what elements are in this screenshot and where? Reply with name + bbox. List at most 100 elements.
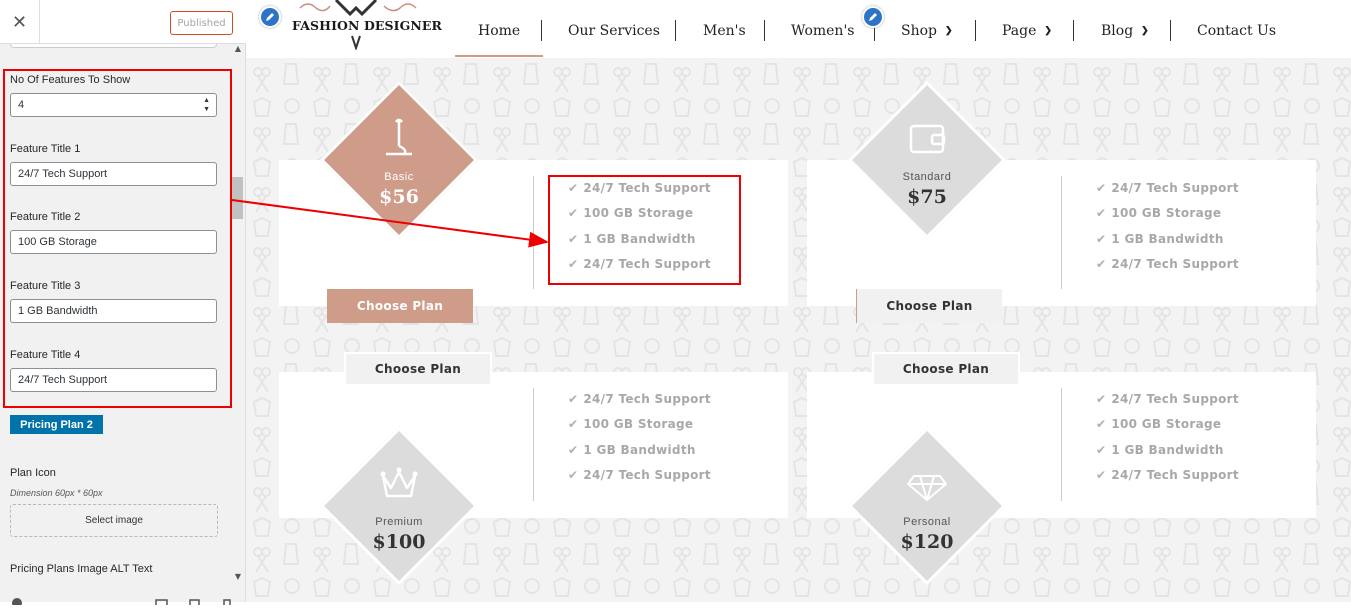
wallet-icon (909, 124, 946, 154)
nav-contact-us[interactable]: Contact Us (1197, 20, 1276, 42)
feature-item: ✔ 24/7 Tech Support (1096, 175, 1276, 201)
plan-name: Basic (384, 171, 414, 183)
alt-text-label: Pricing Plans Image ALT Text (10, 563, 153, 575)
nav-mens[interactable]: Men's (703, 20, 746, 42)
chevron-down-icon: ❯ (1044, 26, 1052, 36)
nav-womens[interactable]: Women's (791, 20, 854, 42)
check-icon: ✔ (1096, 468, 1107, 483)
plan-name: Personal (903, 516, 951, 528)
site-preview: FASHION DESIGNER Home Our Services Men's… (246, 0, 1351, 602)
nav-separator (975, 20, 976, 41)
plan-label-personal: Personal $120 (871, 516, 983, 553)
feature-text: 100 GB Storage (1111, 206, 1222, 221)
feature-text: 1 GB Bandwidth (1111, 442, 1224, 457)
plan-label-basic: Basic $56 (343, 171, 455, 208)
feature-item: ✔ 1 GB Bandwidth (1096, 226, 1276, 252)
feature-list-standard: ✔ 24/7 Tech Support ✔ 100 GB Storage ✔ 1 GB… (1096, 175, 1276, 277)
feature-item: ✔ 24/7 Tech Support (568, 463, 748, 489)
card-divider (1061, 176, 1062, 289)
tablet-icon[interactable] (189, 599, 200, 607)
feature-text: 100 GB Storage (583, 417, 694, 432)
plan-price: $75 (907, 186, 947, 208)
card-divider (1061, 388, 1062, 501)
plan-price: $120 (900, 531, 954, 553)
nav-separator (764, 20, 765, 41)
highlight-box-right (548, 175, 741, 285)
edit-pencil-icon[interactable] (862, 6, 884, 28)
plan-label-standard: Standard $75 (871, 171, 983, 208)
feature-text: 1 GB Bandwidth (1111, 231, 1224, 246)
nav-shop-label: Shop (901, 23, 937, 39)
highlight-box-left (3, 69, 232, 408)
plan-name: Standard (902, 171, 952, 183)
customizer-header: ✕ Published (0, 0, 246, 44)
feature-text: 24/7 Tech Support (1111, 391, 1239, 406)
nav-separator (1170, 20, 1171, 41)
plan-icon-hint: Dimension 60px * 60px (10, 488, 103, 498)
nav-separator (541, 20, 542, 41)
customizer-footer (0, 590, 246, 608)
plan-price: $56 (379, 186, 419, 208)
feature-text: 24/7 Tech Support (583, 468, 711, 483)
site-logo[interactable]: FASHION DESIGNER (292, 18, 442, 33)
nav-shop[interactable]: Shop ❯ (901, 20, 953, 42)
nav-active-indicator (455, 55, 543, 57)
feature-item: ✔ 100 GB Storage (568, 412, 748, 438)
card-divider (533, 176, 534, 289)
published-button[interactable]: Published (170, 11, 233, 35)
scrollbar-thumb[interactable] (232, 177, 243, 219)
feature-item: ✔ 100 GB Storage (1096, 412, 1276, 438)
edit-pencil-icon[interactable] (259, 6, 281, 28)
select-image-button[interactable]: Select image (10, 504, 218, 537)
plan-label-premium: Premium $100 (343, 516, 455, 553)
needle-icon (386, 118, 412, 156)
check-icon: ✔ (1096, 231, 1107, 246)
feature-item: ✔ 24/7 Tech Support (1096, 252, 1276, 278)
scroll-up-arrow[interactable]: ▲ (231, 44, 245, 56)
pricing-plan-2-button[interactable]: Pricing Plan 2 (10, 415, 103, 434)
check-icon: ✔ (568, 468, 579, 483)
nav-our-services[interactable]: Our Services (568, 20, 660, 42)
feature-item: ✔ 1 GB Bandwidth (568, 437, 748, 463)
check-icon: ✔ (1096, 257, 1107, 272)
diamond-icon (907, 475, 947, 501)
check-icon: ✔ (1096, 417, 1107, 432)
scroll-down-arrow[interactable]: ▼ (231, 572, 245, 584)
choose-plan-button-basic[interactable]: Choose Plan (327, 289, 473, 323)
feature-list-premium: ✔ 24/7 Tech Support ✔ 100 GB Storage ✔ 1 GB… (568, 386, 748, 488)
nav-blog[interactable]: Blog ❯ (1101, 20, 1149, 42)
chevron-down-icon: ❯ (945, 26, 953, 36)
feature-text: 100 GB Storage (1111, 417, 1222, 432)
nav-home[interactable]: Home (478, 20, 520, 42)
plan-price: $100 (372, 531, 426, 553)
nav-page-label: Page (1002, 23, 1037, 39)
check-icon: ✔ (568, 391, 579, 406)
crown-icon (380, 467, 418, 498)
chevron-down-icon: ❯ (1141, 26, 1149, 36)
choose-plan-button-personal[interactable]: Choose Plan (872, 352, 1020, 386)
customizer-panel: ✕ Published ▲ ▼ No Of Features To Show 4… (0, 0, 246, 608)
feature-item: ✔ 24/7 Tech Support (1096, 386, 1276, 412)
footer-device-icons (12, 598, 231, 608)
feature-list-personal: ✔ 24/7 Tech Support ✔ 100 GB Storage ✔ 1 GB… (1096, 386, 1276, 488)
nav-page[interactable]: Page ❯ (1002, 20, 1052, 42)
close-icon[interactable]: ✕ (0, 0, 40, 44)
feature-text: 24/7 Tech Support (1111, 468, 1239, 483)
nav-separator (675, 20, 676, 41)
nav-separator (1073, 20, 1074, 41)
feature-item: ✔ 100 GB Storage (1096, 201, 1276, 227)
previous-field[interactable] (10, 44, 217, 48)
check-icon: ✔ (1096, 180, 1107, 195)
feature-text: 24/7 Tech Support (1111, 257, 1239, 272)
feature-text: 1 GB Bandwidth (583, 442, 696, 457)
mobile-icon[interactable] (223, 599, 231, 607)
feature-text: 24/7 Tech Support (1111, 180, 1239, 195)
feature-item: ✔ 1 GB Bandwidth (1096, 437, 1276, 463)
check-icon: ✔ (568, 417, 579, 432)
check-icon: ✔ (1096, 442, 1107, 457)
choose-plan-button-standard[interactable]: Choose Plan (856, 289, 1002, 323)
feature-text: 24/7 Tech Support (583, 391, 711, 406)
choose-plan-button-premium[interactable]: Choose Plan (344, 352, 492, 386)
check-icon: ✔ (1096, 391, 1107, 406)
desktop-icon[interactable] (155, 599, 168, 607)
